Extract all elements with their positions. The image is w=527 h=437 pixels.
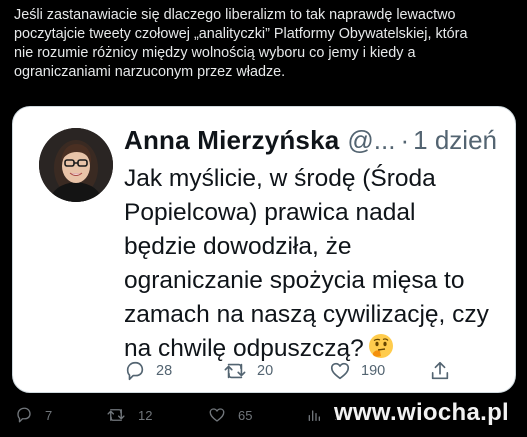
retweet-button[interactable]: 20 xyxy=(223,358,273,384)
like-count: 190 xyxy=(361,363,386,379)
post-like-count: 65 xyxy=(238,407,253,423)
post-retweet-count: 12 xyxy=(138,407,153,423)
post-reply-button[interactable]: 7 xyxy=(15,402,52,428)
reply-button[interactable]: 28 xyxy=(124,358,172,384)
post-retweet-button[interactable]: 12 xyxy=(106,402,152,428)
post-like-button[interactable]: 65 xyxy=(208,402,252,428)
author-handle[interactable]: @... xyxy=(347,125,395,156)
quoted-tweet-body: Jak myślicie, w środę (Środa Popielcowa)… xyxy=(124,162,509,369)
timestamp[interactable]: 1 dzień xyxy=(413,125,497,156)
separator-dot: · xyxy=(400,125,410,155)
reply-icon xyxy=(17,407,31,423)
author-name[interactable]: Anna Mierzyńska xyxy=(124,125,339,156)
heart-icon xyxy=(209,408,225,422)
avatar-photo xyxy=(39,128,113,202)
share-button[interactable] xyxy=(429,358,451,384)
quoted-tweet-actions: 28 20 190 xyxy=(124,358,509,384)
post-text: Jeśli zastanawiacie się dlaczego liberal… xyxy=(14,7,468,80)
screenshot-frame: Jeśli zastanawiacie się dlaczego liberal… xyxy=(0,0,527,437)
heart-icon xyxy=(330,362,350,380)
avatar[interactable] xyxy=(39,128,113,202)
views-chart-icon xyxy=(308,410,320,421)
quoted-tweet-text: Jak myślicie, w środę (Środa Popielcowa)… xyxy=(124,165,489,362)
reply-icon xyxy=(126,361,144,381)
quoted-tweet-card[interactable]: Anna Mierzyńska @... · 1 dzień Jak myśli… xyxy=(12,106,516,393)
author-row: Anna Mierzyńska @... · 1 dzień xyxy=(124,125,509,159)
share-icon xyxy=(431,361,449,380)
retweet-count: 20 xyxy=(257,363,274,379)
like-button[interactable]: 190 xyxy=(329,358,385,384)
watermark: www.wiocha.pl xyxy=(334,399,510,426)
reply-count: 28 xyxy=(156,363,173,379)
retweet-icon xyxy=(107,409,125,421)
retweet-icon xyxy=(224,363,246,379)
post-reply-count: 7 xyxy=(45,407,53,423)
